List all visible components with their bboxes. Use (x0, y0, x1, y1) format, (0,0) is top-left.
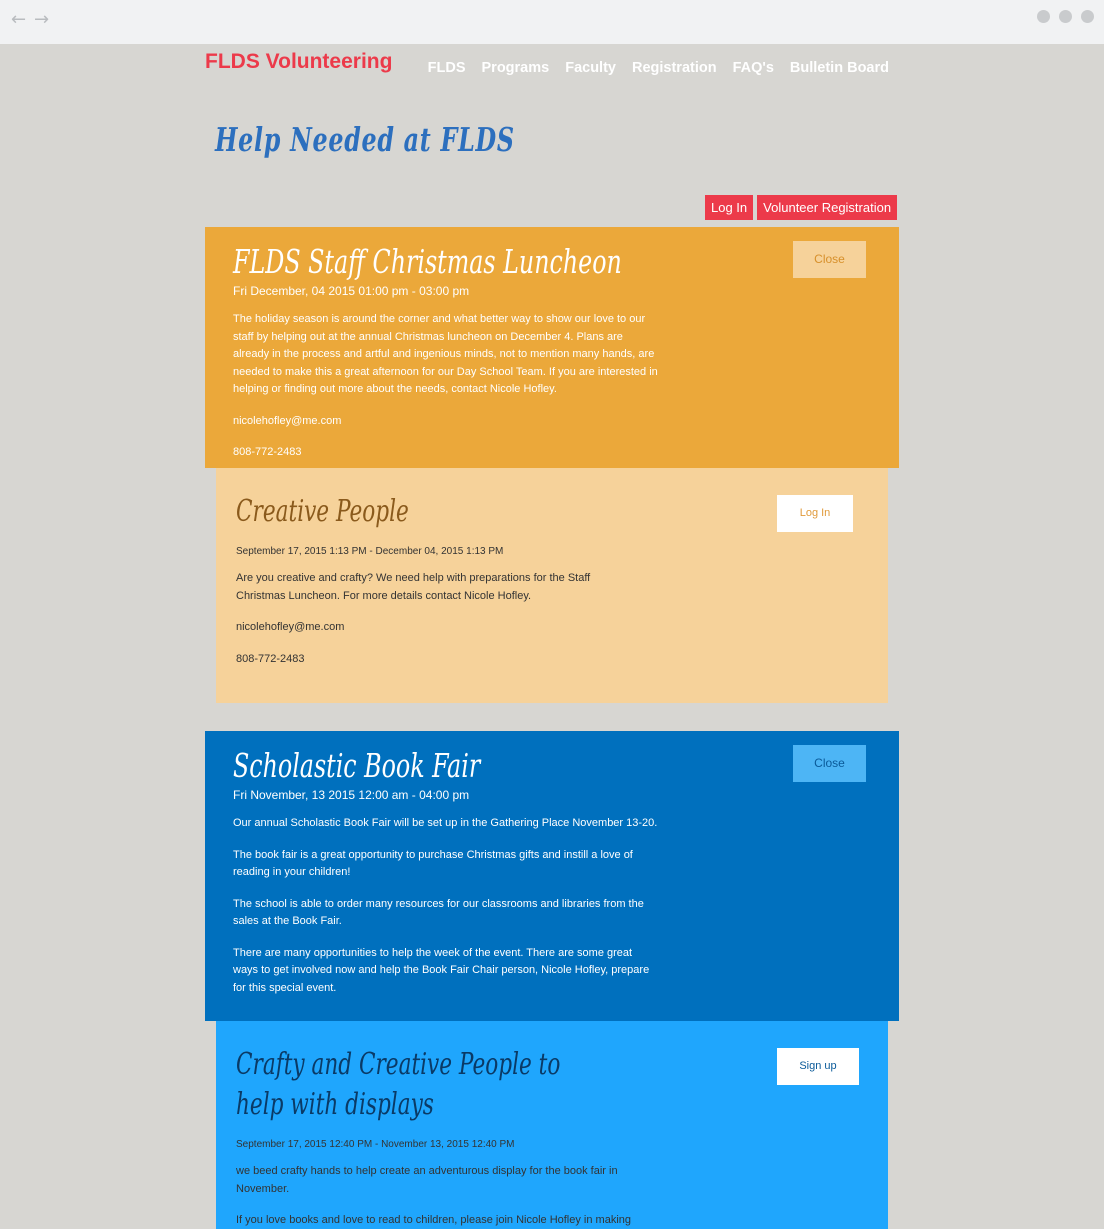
event-description: Our annual Scholastic Book Fair will be … (233, 815, 658, 997)
role-title: Creative People (236, 494, 409, 529)
event-paragraph: The school is able to order many resourc… (233, 897, 644, 928)
nav-item-faqs[interactable]: FAQ's (733, 60, 774, 76)
role-date: September 17, 2015 12:40 PM - November 1… (236, 1139, 515, 1150)
log-in-button[interactable]: Log In (777, 495, 853, 532)
forward-arrow-icon[interactable]: → (34, 9, 49, 30)
role-description: we beed crafty hands to help create an a… (236, 1163, 636, 1229)
event-paragraph: There are many opportunities to help the… (233, 946, 650, 994)
event-title: FLDS Staff Christmas Luncheon (233, 242, 622, 281)
page-title: Help Needed at FLDS (215, 120, 515, 159)
role-contact-email: nicolehofley@me.com (236, 621, 345, 633)
back-arrow-icon[interactable]: ← (11, 9, 26, 30)
event-contact-email: nicolehofley@me.com (233, 414, 342, 427)
volunteer-role-card: Crafty and Creative People to help with … (216, 1021, 888, 1229)
close-button[interactable]: Close (793, 745, 866, 782)
window-dot-icon (1081, 10, 1094, 23)
event-card: Scholastic Book Fair Fri November, 13 20… (205, 731, 899, 1021)
volunteer-registration-button[interactable]: Volunteer Registration (757, 195, 898, 220)
nav-item-bulletin-board[interactable]: Bulletin Board (790, 60, 889, 76)
event-card: FLDS Staff Christmas Luncheon Fri Decemb… (205, 227, 899, 468)
window-dot-icon (1059, 10, 1072, 23)
nav-item-registration[interactable]: Registration (632, 60, 717, 76)
role-date: September 17, 2015 1:13 PM - December 04… (236, 546, 504, 557)
browser-toolbar: ← → (0, 0, 1104, 44)
nav-item-programs[interactable]: Programs (482, 60, 550, 76)
nav-item-flds[interactable]: FLDS (428, 60, 466, 76)
event-paragraph: The holiday season is around the corner … (233, 313, 658, 395)
role-description: Are you creative and crafty? We need hel… (236, 570, 636, 668)
role-paragraph: Are you creative and crafty? We need hel… (236, 572, 591, 602)
event-contact-phone: 808-772-2483 (233, 446, 302, 458)
event-paragraph: Our annual Scholastic Book Fair will be … (233, 817, 658, 829)
sign-up-button[interactable]: Sign up (777, 1048, 859, 1085)
site-header: FLDS Volunteering FLDS Programs Faculty … (205, 44, 905, 94)
auth-buttons: Log In Volunteer Registration (705, 195, 898, 220)
nav-item-faculty[interactable]: Faculty (565, 60, 616, 76)
volunteer-role-card: Creative People September 17, 2015 1:13 … (216, 468, 888, 703)
role-paragraph: If you love books and love to read to ch… (236, 1214, 632, 1226)
window-dot-icon (1037, 10, 1050, 23)
role-title: Crafty and Creative People to help with … (236, 1047, 561, 1122)
event-date: Fri November, 13 2015 12:00 am - 04:00 p… (233, 788, 470, 802)
main-nav: FLDS Programs Faculty Registration FAQ's… (428, 60, 889, 76)
event-title: Scholastic Book Fair (233, 746, 481, 785)
event-description: The holiday season is around the corner … (233, 311, 658, 462)
site-logo[interactable]: FLDS Volunteering (205, 50, 392, 74)
event-date: Fri December, 04 2015 01:00 pm - 03:00 p… (233, 284, 470, 298)
role-contact-phone: 808-772-2483 (236, 652, 305, 665)
close-button[interactable]: Close (793, 241, 866, 278)
log-in-button[interactable]: Log In (705, 195, 754, 220)
event-paragraph: The book fair is a great opportunity to … (233, 848, 633, 879)
role-paragraph: we beed crafty hands to help create an a… (236, 1165, 618, 1195)
